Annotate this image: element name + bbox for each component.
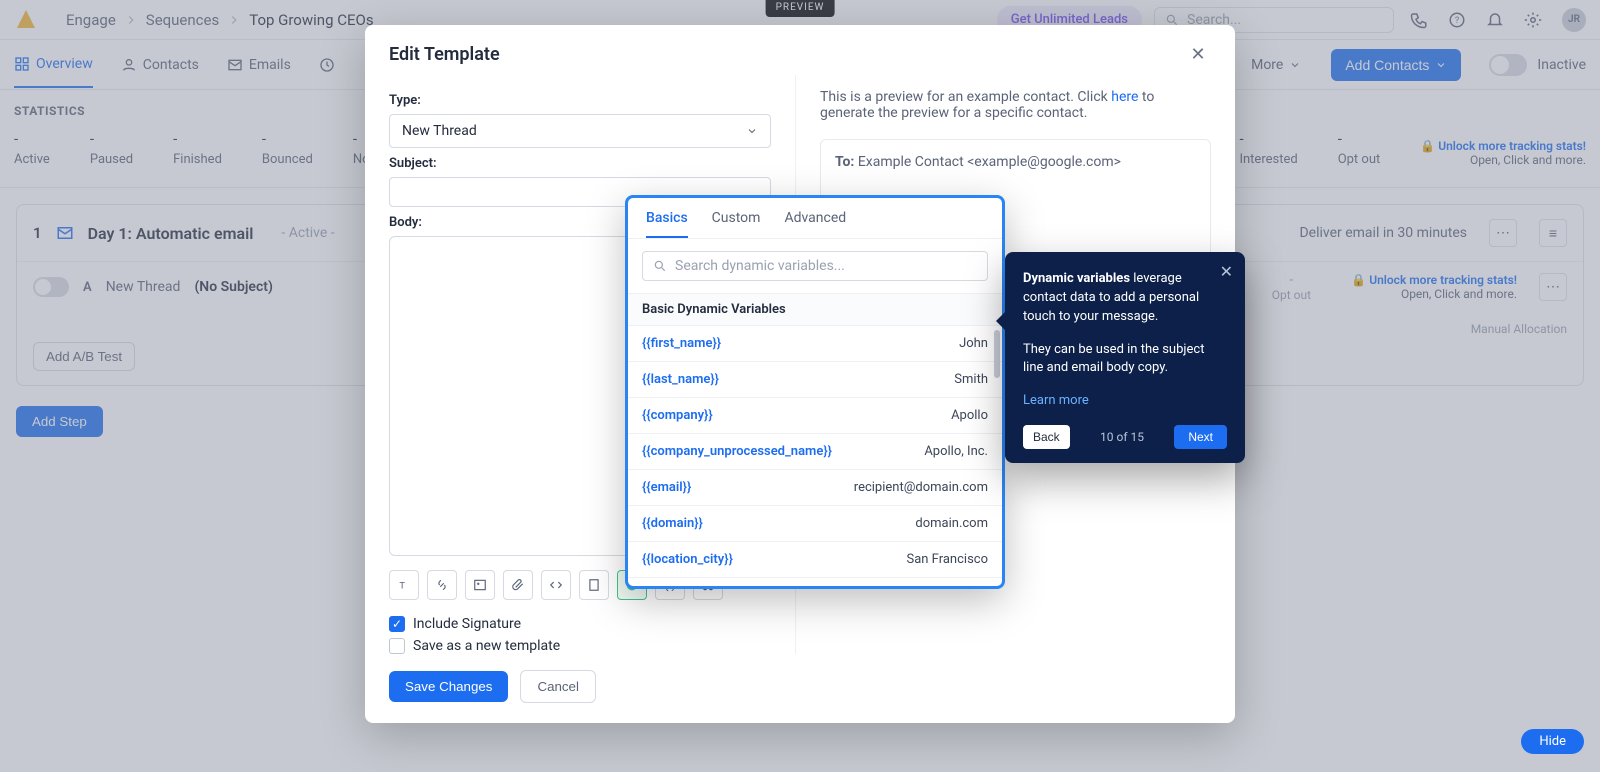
generate-preview-link[interactable]: here	[1111, 89, 1138, 105]
type-select[interactable]: New Thread	[389, 114, 771, 148]
type-label: Type:	[389, 93, 771, 108]
coach-title: Dynamic variables	[1023, 271, 1130, 286]
coach-learn-more-link[interactable]: Learn more	[1023, 393, 1089, 408]
attach-file-button[interactable]	[503, 570, 533, 600]
search-icon	[653, 259, 667, 273]
chevron-down-icon	[746, 125, 758, 137]
dv-row-company[interactable]: {{company}}Apollo	[628, 398, 1002, 434]
dv-tab-custom[interactable]: Custom	[712, 210, 761, 238]
dynamic-variables-popover: Basics Custom Advanced Search dynamic va…	[625, 195, 1005, 589]
modal-close-button[interactable]: ✕	[1185, 41, 1211, 67]
include-signature-label: Include Signature	[413, 616, 521, 632]
type-value: New Thread	[402, 123, 477, 139]
dv-section-header: Basic Dynamic Variables	[628, 293, 1002, 326]
save-as-new-label: Save as a new template	[413, 638, 560, 654]
dv-search-input[interactable]: Search dynamic variables...	[642, 251, 988, 281]
code-button[interactable]	[541, 570, 571, 600]
template-button[interactable]	[579, 570, 609, 600]
dv-tab-basics[interactable]: Basics	[646, 210, 688, 238]
coach-tooltip: ✕ Dynamic variables leverage contact dat…	[1005, 252, 1245, 463]
subject-label: Subject:	[389, 156, 771, 171]
modal-title: Edit Template	[389, 44, 500, 65]
dv-row-city[interactable]: {{location_city}}San Francisco	[628, 542, 1002, 578]
svg-text:T: T	[399, 581, 405, 592]
dv-search-placeholder: Search dynamic variables...	[675, 258, 845, 274]
save-changes-button[interactable]: Save Changes	[389, 671, 508, 702]
dv-row-domain[interactable]: {{domain}}domain.com	[628, 506, 1002, 542]
insert-image-button[interactable]	[465, 570, 495, 600]
dv-row-email[interactable]: {{email}}recipient@domain.com	[628, 470, 1002, 506]
coach-counter: 10 of 15	[1080, 430, 1165, 444]
dv-row-last-name[interactable]: {{last_name}}Smith	[628, 362, 1002, 398]
dv-row-first-name[interactable]: {{first_name}}John	[628, 326, 1002, 362]
preview-help-text: This is a preview for an example contact…	[820, 89, 1211, 121]
coach-close-button[interactable]: ✕	[1220, 262, 1233, 281]
format-text-button[interactable]: T	[389, 570, 419, 600]
dv-list[interactable]: {{first_name}}John {{last_name}}Smith {{…	[628, 326, 1002, 586]
dv-row-state[interactable]: {{location_state}}California	[628, 578, 1002, 586]
dv-tab-advanced[interactable]: Advanced	[784, 210, 846, 238]
include-signature-checkbox[interactable]: ✓	[389, 616, 405, 632]
dv-row-company-unprocessed[interactable]: {{company_unprocessed_name}}Apollo, Inc.	[628, 434, 1002, 470]
insert-link-button[interactable]	[427, 570, 457, 600]
coach-next-button[interactable]: Next	[1174, 425, 1227, 449]
hide-chip[interactable]: Hide	[1521, 729, 1584, 754]
coach-back-button[interactable]: Back	[1023, 425, 1070, 449]
cancel-button[interactable]: Cancel	[520, 670, 596, 703]
save-as-new-checkbox[interactable]	[389, 638, 405, 654]
coach-text-2: They can be used in the subject line and…	[1023, 341, 1227, 379]
